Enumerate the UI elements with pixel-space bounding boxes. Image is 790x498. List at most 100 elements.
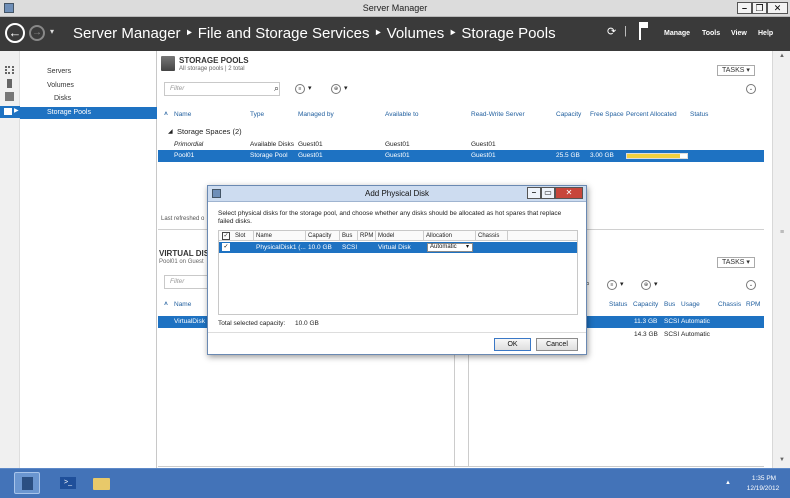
column-header-read-write-server[interactable]: Read-Write Server	[471, 111, 525, 118]
local-server-icon[interactable]	[7, 79, 12, 88]
column-header-available-to[interactable]: Available to	[385, 111, 419, 118]
column-header-allocation[interactable]: Allocation	[424, 231, 476, 241]
dialog-close-button[interactable]: ✕	[555, 187, 583, 199]
add-criteria-icon[interactable]: ⊕	[641, 280, 651, 290]
table-row[interactable]: 14.3 GB SCSI Automatic	[587, 329, 764, 341]
all-servers-icon[interactable]	[5, 92, 14, 101]
dialog-minimize-button[interactable]: –	[527, 187, 541, 199]
column-header-capacity[interactable]: Capacity	[633, 301, 658, 308]
add-criteria-icon[interactable]: ⊕	[331, 84, 341, 94]
add-criteria-chevron-icon[interactable]: ▾	[344, 84, 348, 92]
column-header-rpm[interactable]: RPM	[358, 231, 376, 241]
column-header-chassis[interactable]: Chassis	[476, 231, 508, 241]
menu-tools[interactable]: Tools	[702, 30, 720, 37]
column-header-status[interactable]: Status	[609, 301, 627, 308]
maximize-button[interactable]: ❐	[752, 2, 767, 14]
group-collapse-icon[interactable]: ◢	[168, 128, 173, 135]
sidebar-item-storage-pools[interactable]: Storage Pools	[20, 107, 157, 119]
column-header-model[interactable]: Model	[376, 231, 424, 241]
list-options-icon[interactable]: ≡	[607, 280, 617, 290]
menu-manage[interactable]: Manage	[664, 30, 690, 37]
column-header-status[interactable]: Status	[690, 111, 708, 118]
column-header-name[interactable]: Name	[254, 231, 306, 241]
clock-time[interactable]: 1:35 PM	[746, 475, 782, 482]
clock-date[interactable]: 12/19/2012	[742, 485, 784, 492]
column-header-slot[interactable]: Slot	[233, 231, 254, 241]
menu-view[interactable]: View	[731, 30, 747, 37]
table-row-selected[interactable]: VirtualDisk	[158, 316, 208, 328]
menu-help[interactable]: Help	[758, 30, 773, 37]
sidebar-item-label: Storage Pools	[47, 109, 91, 116]
column-header-name[interactable]: Name	[174, 111, 191, 118]
table-row[interactable]: Primordial Available Disks Guest01 Guest…	[158, 139, 764, 150]
expand-arrow-icon: ▶	[14, 108, 19, 114]
column-header-type[interactable]: Type	[250, 111, 264, 118]
physical-disks-tasks-button[interactable]: TASKS ▾	[717, 257, 755, 268]
cell-free-space: 3.00 GB	[590, 152, 614, 159]
sidebar-item-disks[interactable]: Disks	[20, 93, 157, 105]
table-row-selected[interactable]: ✓ PhysicalDisk1 (... 10.0 GB SCSI Virtua…	[219, 242, 577, 253]
vertical-scrollbar[interactable]: ▲ ≡ ▼	[772, 51, 790, 468]
back-icon[interactable]: ←	[5, 23, 25, 43]
sidebar: Servers Volumes Disks Storage Pools	[20, 51, 157, 468]
dialog-maximize-button[interactable]: ▭	[541, 187, 555, 199]
cell-capacity: 25.5 GB	[556, 152, 580, 159]
sidebar-item-volumes[interactable]: Volumes	[20, 80, 157, 92]
expand-tile-icon[interactable]: ⌄	[746, 280, 756, 290]
server-manager-taskbar-icon[interactable]	[14, 472, 40, 494]
list-options-icon[interactable]: ≡	[295, 84, 305, 94]
column-header-chassis[interactable]: Chassis	[718, 301, 741, 308]
powershell-taskbar-icon[interactable]: >_	[55, 472, 81, 494]
search-icon[interactable]: ⌕	[274, 83, 279, 94]
select-all-checkbox[interactable]: ✓	[222, 232, 230, 240]
dashboard-icon[interactable]	[5, 66, 14, 74]
forward-icon[interactable]: →	[29, 25, 45, 41]
list-options-chevron-icon[interactable]: ▾	[308, 84, 312, 92]
scroll-up-icon[interactable]: ▲	[779, 53, 785, 59]
sidebar-item-servers[interactable]: Servers	[20, 66, 157, 78]
file-explorer-taskbar-icon[interactable]	[88, 472, 114, 494]
tasks-label: TASKS	[722, 259, 745, 266]
add-criteria-chevron-icon[interactable]: ▾	[654, 280, 658, 288]
expand-tile-icon[interactable]: ⌄	[746, 84, 756, 94]
column-header-capacity[interactable]: Capacity	[306, 231, 340, 241]
cell-name: VirtualDisk	[174, 318, 205, 325]
cell-name: Primordial	[174, 141, 204, 148]
list-options-chevron-icon[interactable]: ▾	[620, 280, 624, 288]
ok-button[interactable]: OK	[494, 338, 531, 351]
refresh-icon[interactable]: ⟳	[607, 25, 616, 38]
column-header-bus[interactable]: Bus	[664, 301, 675, 308]
group-header[interactable]: Storage Spaces (2)	[177, 127, 242, 136]
close-button[interactable]: ✕	[767, 2, 788, 14]
allocation-select[interactable]: Automatic ▾	[427, 243, 473, 252]
breadcrumb: Server Manager ‣ File and Storage Servic…	[73, 25, 556, 42]
scroll-thumb[interactable]: ≡	[780, 229, 784, 236]
percent-allocated-fill	[627, 154, 680, 158]
column-header-rpm[interactable]: RPM	[746, 301, 760, 308]
last-refreshed-text: Last refreshed o	[161, 216, 205, 222]
storage-pools-filter-input[interactable]: Filter	[164, 82, 280, 96]
column-header-percent-allocated[interactable]: Percent Allocated	[626, 111, 677, 118]
tray-arrow-icon[interactable]: ▲	[725, 480, 731, 486]
disk-checkbox[interactable]: ✓	[222, 243, 230, 251]
column-header-usage[interactable]: Usage	[681, 301, 700, 308]
virtual-disks-filter-input[interactable]: Filter	[164, 275, 209, 289]
table-row-selected[interactable]: 11.3 GB SCSI Automatic	[587, 316, 764, 328]
column-header-name[interactable]: Name	[174, 301, 191, 308]
window-title: Server Manager	[362, 3, 428, 13]
cell-read-write-server: Guest01	[471, 141, 496, 148]
history-dropdown-icon[interactable]: ▾	[50, 27, 54, 36]
scroll-down-icon[interactable]: ▼	[779, 457, 785, 463]
column-header-managed-by[interactable]: Managed by	[298, 111, 334, 118]
notifications-flag-banner	[641, 22, 648, 28]
cancel-button[interactable]: Cancel	[536, 338, 578, 351]
total-capacity-label: Total selected capacity:	[218, 320, 286, 327]
dialog-instructions: Select physical disks for the storage po…	[218, 210, 562, 225]
dialog-titlebar: Add Physical Disk – ▭ ✕	[208, 186, 586, 202]
column-header-free-space[interactable]: Free Space	[590, 111, 624, 118]
column-header-capacity[interactable]: Capacity	[556, 111, 581, 118]
column-header-bus[interactable]: Bus	[340, 231, 358, 241]
minimize-button[interactable]: –	[737, 2, 752, 14]
storage-pools-tasks-button[interactable]: TASKS ▾	[717, 65, 755, 76]
table-row-selected[interactable]: Pool01 Storage Pool Guest01 Guest01 Gues…	[158, 150, 764, 162]
